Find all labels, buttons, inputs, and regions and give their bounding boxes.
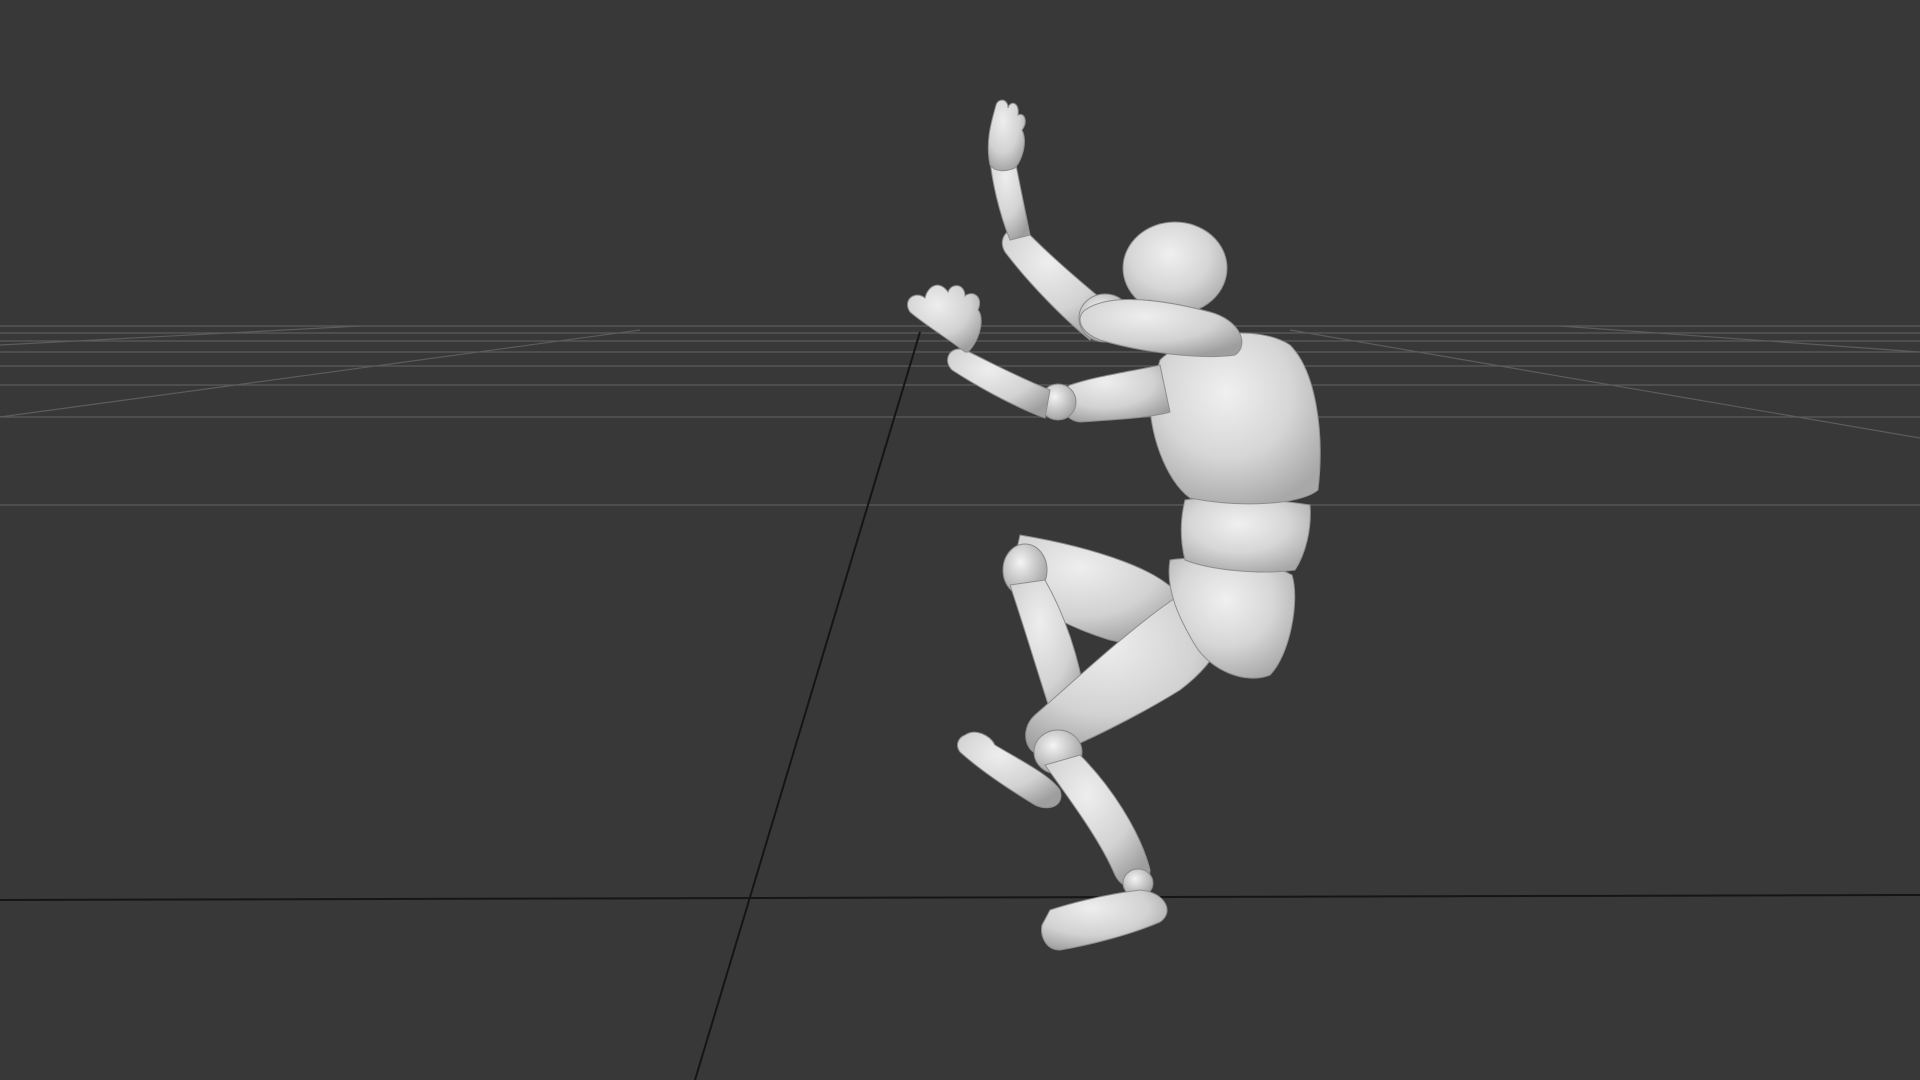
viewport-canvas[interactable] [0,0,1920,1080]
chest[interactable] [1149,332,1321,505]
viewport-background [0,0,1920,1080]
abdomen[interactable] [1180,497,1311,573]
3d-viewport[interactable] [0,0,1920,1080]
